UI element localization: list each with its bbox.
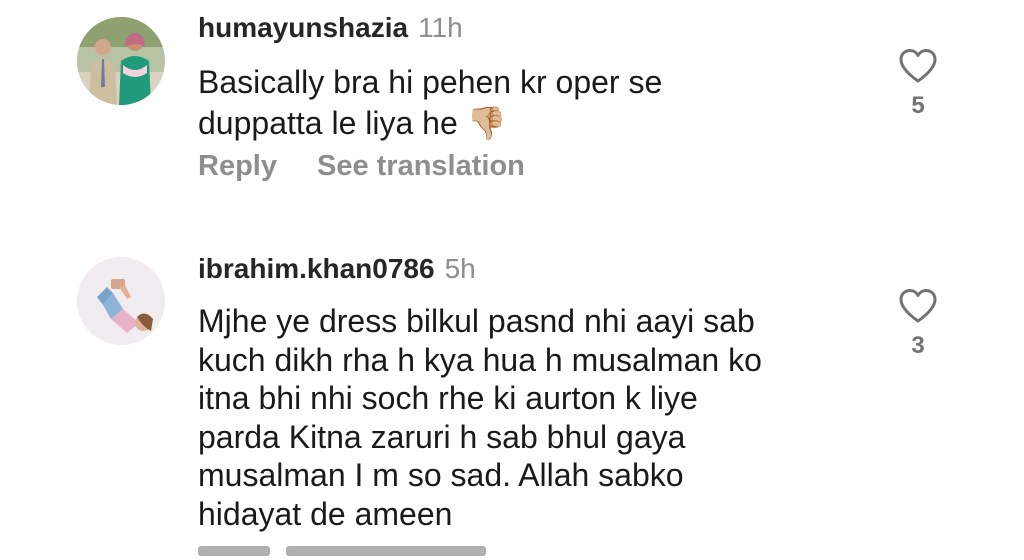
- comment-header: ibrahim.khan0786 5h: [198, 253, 476, 285]
- like-button[interactable]: 3: [896, 288, 940, 360]
- comment-text-line: duppatta le liya he 👎🏼: [198, 105, 507, 141]
- like-count: 5: [911, 92, 925, 119]
- comment-timestamp[interactable]: 11h: [418, 12, 463, 43]
- comment-text-line: parda Kitna zaruri h sab bhul gaya: [198, 418, 686, 455]
- comment-text-line: kuch dikh rha h kya hua h musalman ko: [198, 341, 762, 378]
- comment-text: Basically bra hi pehen kr oper se duppat…: [198, 62, 662, 144]
- comment-text-line: hidayat de ameen: [198, 495, 453, 532]
- comment-username[interactable]: humayunshazia: [198, 12, 408, 43]
- comment-actions: Reply See translation: [198, 150, 525, 183]
- comment-text-line: Mjhe ye dress bilkul pasnd nhi aayi sab: [198, 303, 755, 339]
- comment-text-line: Basically bra hi pehen kr oper se: [198, 64, 663, 100]
- comment-text-line: musalman I m so sad. Allah sabko: [198, 457, 684, 493]
- avatar-photo: [77, 17, 165, 105]
- comment-text-line: itna bhi nhi soch rhe ki aurton k liye: [198, 380, 698, 416]
- comment-timestamp[interactable]: 5h: [445, 253, 476, 284]
- reply-button[interactable]: Reply: [198, 150, 277, 182]
- avatar[interactable]: [77, 17, 165, 105]
- avatar-photo: [77, 257, 165, 345]
- like-button[interactable]: 5: [896, 48, 940, 120]
- comment-username[interactable]: ibrahim.khan0786: [198, 253, 435, 284]
- comment-header: humayunshazia 11h: [198, 12, 463, 44]
- reply-button-cutoff[interactable]: [198, 546, 270, 556]
- heart-outline-icon: [899, 289, 937, 323]
- comment-actions-cutoff: [198, 540, 518, 560]
- heart-outline-icon: [899, 49, 937, 83]
- see-translation-button-cutoff[interactable]: [286, 546, 486, 556]
- see-translation-button[interactable]: See translation: [317, 150, 525, 182]
- avatar[interactable]: [77, 257, 165, 345]
- like-count: 3: [911, 332, 925, 359]
- comment-text: Mjhe ye dress bilkul pasnd nhi aayi sab …: [198, 302, 762, 533]
